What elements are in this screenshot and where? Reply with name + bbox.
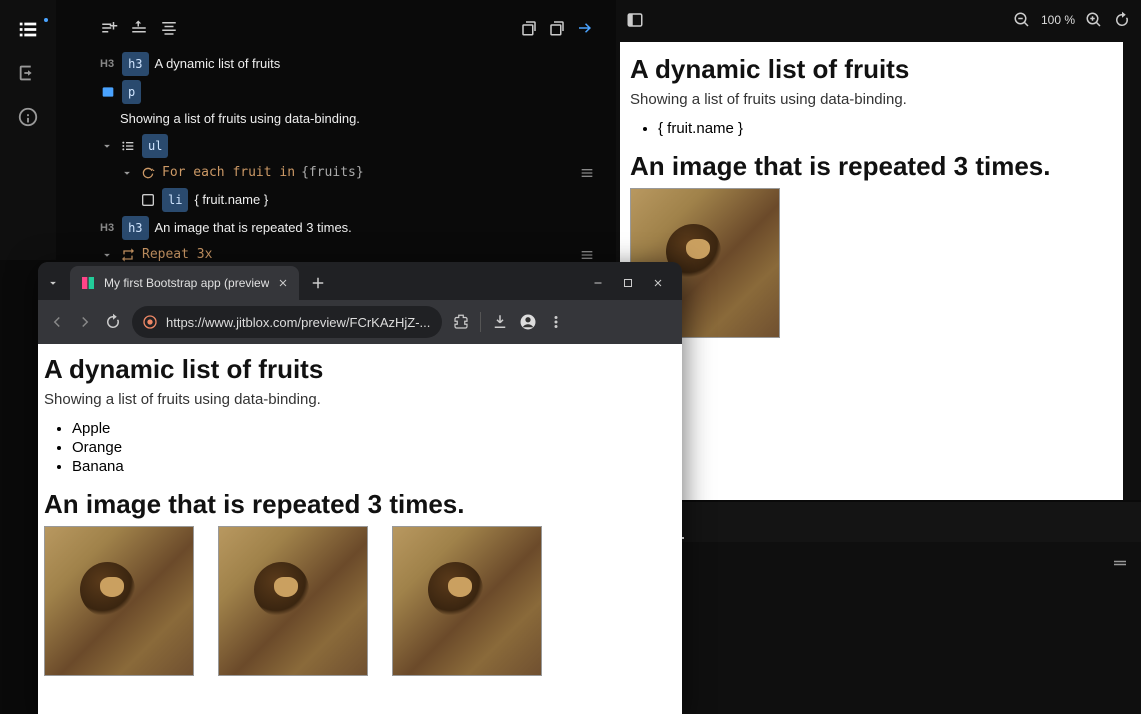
tree-row-ul[interactable]: ul xyxy=(100,132,605,160)
page-heading-2: An image that is repeated 3 times. xyxy=(44,489,676,520)
refresh-icon[interactable] xyxy=(1113,11,1131,29)
list-item: Apple xyxy=(72,420,676,437)
loop-collection: {fruits} xyxy=(301,162,364,184)
preview-heading-1: A dynamic list of fruits xyxy=(630,54,1113,85)
panel-icon[interactable] xyxy=(626,11,644,29)
tree-row-li[interactable]: li { fruit.name } xyxy=(100,186,605,214)
tree-text: Showing a list of fruits using data-bind… xyxy=(120,108,360,130)
plus-icon[interactable] xyxy=(309,274,327,292)
forward-icon[interactable] xyxy=(76,313,94,331)
kebab-menu-icon[interactable] xyxy=(547,313,565,331)
chevron-down-icon[interactable] xyxy=(46,276,60,290)
menu-icon[interactable] xyxy=(579,165,595,181)
left-rail-toolbar xyxy=(0,0,56,260)
image-row xyxy=(44,526,676,676)
extensions-icon[interactable] xyxy=(452,313,470,331)
page-paragraph: Showing a list of fruits using data-bind… xyxy=(44,391,676,408)
li-binding-text: { fruit.name } xyxy=(194,189,268,211)
lion-image xyxy=(218,526,368,676)
loop-icon xyxy=(140,165,156,181)
maximize-icon[interactable] xyxy=(622,277,634,289)
browser-toolbar: https://www.jitblox.com/preview/FCrKAzHj… xyxy=(38,300,682,344)
active-indicator xyxy=(44,18,48,22)
chevron-down-icon[interactable] xyxy=(100,139,114,153)
add-above-icon[interactable] xyxy=(130,19,148,37)
import-icon[interactable] xyxy=(17,62,39,84)
copy-icon[interactable] xyxy=(520,19,538,37)
zoom-level: 100 % xyxy=(1041,13,1075,27)
tree-text: A dynamic list of fruits xyxy=(155,53,281,75)
page-heading-1: A dynamic list of fruits xyxy=(44,354,676,385)
browser-tab-title: My first Bootstrap app (preview xyxy=(104,276,269,290)
close-icon[interactable] xyxy=(652,277,664,289)
tree-row-p[interactable]: p xyxy=(100,78,605,106)
browser-window: My first Bootstrap app (preview https://… xyxy=(38,262,682,714)
reload-icon[interactable] xyxy=(104,313,122,331)
tree-row-loop[interactable]: For each fruit in {fruits} xyxy=(100,160,605,186)
preview-bottom-panel xyxy=(616,542,1141,714)
list-icon[interactable] xyxy=(17,18,39,40)
copy-icon-2[interactable] xyxy=(548,19,566,37)
lion-image xyxy=(392,526,542,676)
lion-image xyxy=(44,526,194,676)
preview-heading-2: An image that is repeated 3 times. xyxy=(630,151,1113,182)
list-item: Orange xyxy=(72,439,676,456)
element-tree: H3 h3 A dynamic list of fruits p Showing… xyxy=(100,50,605,296)
address-bar[interactable]: https://www.jitblox.com/preview/FCrKAzHj… xyxy=(132,306,442,338)
fruits-list: Apple Orange Banana xyxy=(44,420,676,475)
close-icon[interactable] xyxy=(277,277,289,289)
tree-row-h3-image[interactable]: H3 h3 An image that is repeated 3 times. xyxy=(100,214,605,242)
browser-tab-strip: My first Bootstrap app (preview xyxy=(38,262,682,300)
chevron-down-icon[interactable] xyxy=(120,166,134,180)
preview-paragraph: Showing a list of fruits using data-bind… xyxy=(630,91,1113,108)
editor-toolbar-right xyxy=(520,14,594,42)
checkbox-icon xyxy=(140,192,156,208)
profile-icon[interactable] xyxy=(519,313,537,331)
back-icon[interactable] xyxy=(48,313,66,331)
preview-panel: 100 % A dynamic list of fruits Showing a… xyxy=(616,0,1141,500)
favicon-jitblox xyxy=(80,275,96,291)
preview-toolbar: 100 % xyxy=(616,0,1141,40)
tree-text: An image that is repeated 3 times. xyxy=(155,217,352,239)
paragraph-icon xyxy=(100,84,116,100)
browser-tab[interactable]: My first Bootstrap app (preview xyxy=(70,266,299,300)
info-icon[interactable] xyxy=(17,106,39,128)
heading-level-label: H3 xyxy=(100,53,114,75)
tree-row-p-text[interactable]: Showing a list of fruits using data-bind… xyxy=(100,106,605,132)
editor-toolbar-left xyxy=(100,14,178,42)
preview-tab-strip: Preview xyxy=(616,502,1141,542)
preview-list: { fruit.name } xyxy=(630,120,1113,137)
list-item: Banana xyxy=(72,458,676,475)
heading-level-label: H3 xyxy=(100,217,114,239)
arrow-right-icon[interactable] xyxy=(576,19,594,37)
chevron-down-icon[interactable] xyxy=(100,248,114,262)
repeat-icon xyxy=(120,247,136,263)
tag-badge: ul xyxy=(142,134,168,158)
minimize-icon[interactable] xyxy=(592,277,604,289)
tag-badge: h3 xyxy=(122,216,148,240)
zoom-out-icon[interactable] xyxy=(1013,11,1031,29)
zoom-in-icon[interactable] xyxy=(1085,11,1103,29)
url-text: https://www.jitblox.com/preview/FCrKAzHj… xyxy=(166,315,430,330)
preview-viewport: A dynamic list of fruits Showing a list … xyxy=(620,42,1123,500)
window-controls xyxy=(592,277,674,289)
tag-badge: h3 xyxy=(122,52,148,76)
download-icon[interactable] xyxy=(491,313,509,331)
loop-label: For each fruit in xyxy=(162,162,295,184)
tag-badge: p xyxy=(122,80,141,104)
site-info-icon[interactable] xyxy=(142,314,158,330)
format-icon[interactable] xyxy=(160,19,178,37)
add-lines-icon[interactable] xyxy=(100,19,118,37)
drag-handle-icon[interactable] xyxy=(1111,554,1129,572)
menu-icon[interactable] xyxy=(579,247,595,263)
tag-badge: li xyxy=(162,188,188,212)
preview-list-item: { fruit.name } xyxy=(658,120,1113,137)
tree-row-h3-title[interactable]: H3 h3 A dynamic list of fruits xyxy=(100,50,605,78)
list-ul-icon xyxy=(120,138,136,154)
browser-content: A dynamic list of fruits Showing a list … xyxy=(38,344,682,714)
